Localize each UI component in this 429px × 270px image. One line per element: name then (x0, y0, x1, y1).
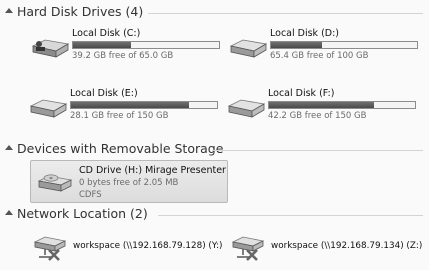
network-drive-icon (231, 236, 265, 261)
drive-item[interactable]: Local Disk (E:) 28.1 GB free of 150 GB (28, 88, 228, 136)
hard-drive-icon (227, 99, 266, 118)
cd-drive-filesystem: CDFS (79, 190, 102, 200)
drive-usage-fill (73, 42, 132, 48)
group-title: Network Location (2) (17, 206, 148, 221)
hard-drive-icon (31, 39, 70, 58)
group-header-hard-disks[interactable]: Hard Disk Drives (4) (0, 3, 429, 23)
drive-usage-bar (72, 41, 220, 49)
group-title: Hard Disk Drives (4) (17, 4, 144, 19)
collapse-chevron-icon[interactable] (5, 8, 13, 13)
drive-name: Local Disk (C:) (72, 28, 141, 39)
drive-free-space: 65.4 GB free of 100 GB (270, 51, 369, 61)
drive-name: Local Disk (D:) (270, 28, 339, 39)
drive-usage-fill (71, 102, 190, 108)
cd-drive-name: CD Drive (H:) Mirage Presenter (79, 165, 226, 176)
group-title: Devices with Removable Storage (17, 141, 224, 156)
drive-name: Local Disk (F:) (268, 88, 335, 99)
network-drive-item[interactable]: workspace (\\192.168.79.128) (Y:) (33, 233, 223, 261)
drive-item[interactable]: Local Disk (D:) 65.4 GB free of 100 GB (228, 28, 428, 76)
drive-free-space: 39.2 GB free of 65.0 GB (72, 51, 174, 61)
network-drive-label: workspace (\\192.168.79.134) (Z:) (271, 241, 423, 251)
drive-free-space: 42.2 GB free of 150 GB (268, 111, 367, 121)
network-drive-label: workspace (\\192.168.79.128) (Y:) (73, 241, 223, 251)
hard-drive-icon (229, 39, 268, 58)
cd-drive-free-space: 0 bytes free of 2.05 MB (79, 178, 179, 188)
drive-usage-bar (268, 101, 416, 109)
drive-usage-fill (269, 102, 375, 108)
drive-item[interactable]: Local Disk (F:) 42.2 GB free of 150 GB (226, 88, 426, 136)
drive-free-space: 28.1 GB free of 150 GB (70, 111, 169, 121)
cd-drive-item[interactable]: CD Drive (H:) Mirage Presenter 0 bytes f… (30, 160, 228, 203)
network-drive-item[interactable]: workspace (\\192.168.79.134) (Z:) (231, 233, 427, 261)
drive-item[interactable]: Local Disk (C:) 39.2 GB free of 65.0 GB (30, 28, 230, 76)
hard-drive-icon (29, 99, 68, 118)
drive-usage-bar (70, 101, 218, 109)
drive-name: Local Disk (E:) (70, 88, 138, 99)
drive-usage-fill (271, 42, 323, 48)
group-divider (212, 150, 423, 151)
network-drive-icon (33, 236, 67, 261)
drive-usage-bar (270, 41, 418, 49)
cd-drive-icon (37, 174, 73, 192)
group-header-network[interactable]: Network Location (2) (0, 205, 429, 225)
group-divider (158, 215, 423, 216)
collapse-chevron-icon[interactable] (5, 145, 13, 150)
group-divider (148, 13, 423, 14)
group-header-removable[interactable]: Devices with Removable Storage (0, 140, 429, 160)
collapse-chevron-icon[interactable] (5, 210, 13, 215)
